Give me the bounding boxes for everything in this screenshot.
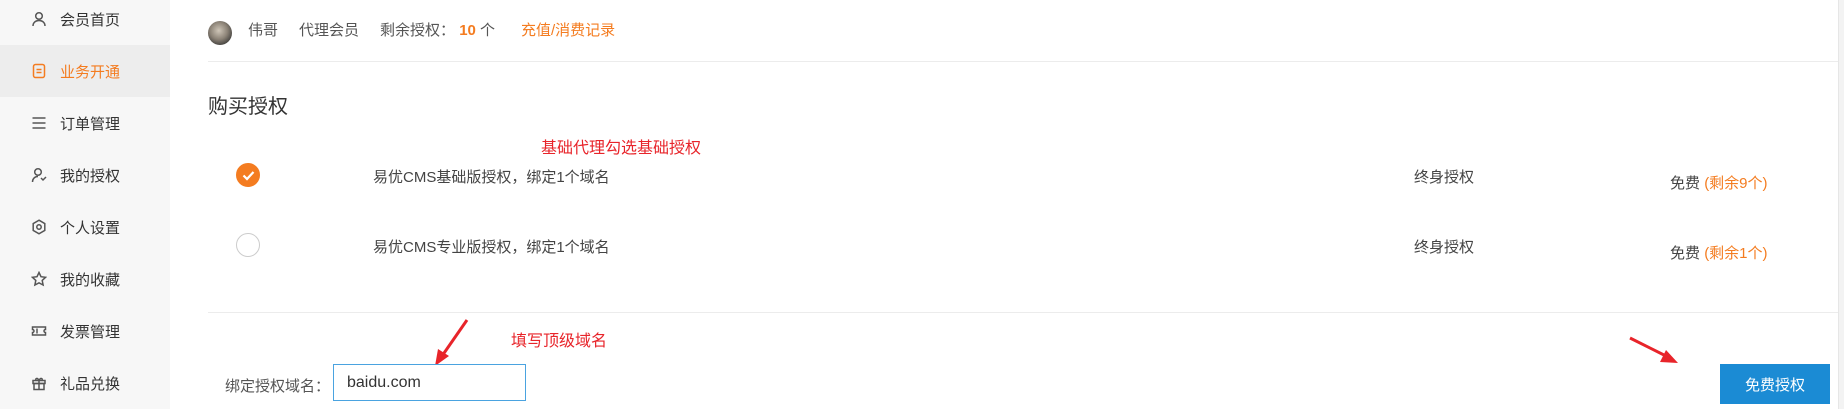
remaining-license: 剩余授权： 10 个 xyxy=(380,21,495,41)
annotation-arrow-icon xyxy=(435,319,469,366)
sidebar-item-settings[interactable]: 个人设置 xyxy=(0,201,170,253)
price-text: 免费 xyxy=(1670,245,1701,262)
scrollbar[interactable] xyxy=(1838,0,1844,409)
sidebar-item-label: 会员首页 xyxy=(60,11,121,29)
sidebar-item-label: 业务开通 xyxy=(60,63,121,81)
remaining-unit: 个 xyxy=(480,22,496,39)
remaining-stock: (剩余9个) xyxy=(1704,175,1768,192)
sidebar-item-my-license[interactable]: 我的授权 xyxy=(0,149,170,201)
sidebar-item-gifts[interactable]: 礼品兑换 xyxy=(0,357,170,409)
annotation-arrow-icon xyxy=(1629,336,1678,363)
gift-icon xyxy=(31,375,47,391)
user-info-bar: 伟哥 代理会员 剩余授权： 10 个 充值/消费记录 xyxy=(208,0,1844,62)
settings-icon xyxy=(31,219,47,235)
domain-input[interactable] xyxy=(333,364,526,401)
sidebar-item-business[interactable]: 业务开通 xyxy=(0,45,170,97)
ticket-icon xyxy=(31,323,47,339)
user-name: 伟哥 xyxy=(248,22,279,39)
star-icon xyxy=(31,271,47,287)
option-pro-price: 免费 (剩余1个) xyxy=(1670,242,1768,263)
annotation-basic-agent: 基础代理勾选基础授权 xyxy=(541,140,702,157)
option-basic-radio[interactable] xyxy=(236,163,260,187)
user-role: 代理会员 xyxy=(299,22,360,39)
domain-label: 绑定授权域名： xyxy=(225,378,331,395)
sidebar-item-invoices[interactable]: 发票管理 xyxy=(0,305,170,357)
remaining-stock: (剩余1个) xyxy=(1704,245,1768,262)
sidebar-item-label: 我的授权 xyxy=(60,167,121,185)
section-title: 购买授权 xyxy=(208,96,288,118)
records-link[interactable]: 充值/消费记录 xyxy=(521,21,615,41)
remaining-label: 剩余授权： xyxy=(380,22,456,39)
sidebar-item-label: 发票管理 xyxy=(60,323,121,341)
option-basic-name: 易优CMS基础版授权，绑定1个域名 xyxy=(373,169,610,186)
sidebar-item-favorites[interactable]: 我的收藏 xyxy=(0,253,170,305)
check-icon xyxy=(242,171,255,181)
sidebar-item-label: 我的收藏 xyxy=(60,271,121,289)
sidebar-item-label: 个人设置 xyxy=(60,219,121,237)
sidebar: 会员首页 业务开通 订单管理 我的授权 个人设置 我的收藏 发票管理 礼品兑换 xyxy=(0,0,170,409)
avatar xyxy=(208,21,232,45)
option-pro-term: 终身授权 xyxy=(1414,239,1475,256)
user-icon xyxy=(31,11,47,27)
document-icon xyxy=(31,63,47,79)
option-basic-term: 终身授权 xyxy=(1414,169,1475,186)
sidebar-item-member-home[interactable]: 会员首页 xyxy=(0,0,170,45)
option-pro-radio[interactable] xyxy=(236,233,260,257)
price-text: 免费 xyxy=(1670,175,1701,192)
option-basic-price: 免费 (剩余9个) xyxy=(1670,172,1768,193)
free-license-button[interactable]: 免费授权 xyxy=(1720,364,1830,404)
list-icon xyxy=(31,115,47,131)
user-key-icon xyxy=(31,167,47,183)
sidebar-item-label: 订单管理 xyxy=(60,115,121,133)
annotation-domain: 填写顶级域名 xyxy=(511,333,608,350)
option-pro-name: 易优CMS专业版授权，绑定1个域名 xyxy=(373,239,610,256)
sidebar-item-orders[interactable]: 订单管理 xyxy=(0,97,170,149)
sidebar-item-label: 礼品兑换 xyxy=(60,375,121,393)
divider xyxy=(208,312,1844,313)
remaining-count: 10 xyxy=(459,22,476,39)
